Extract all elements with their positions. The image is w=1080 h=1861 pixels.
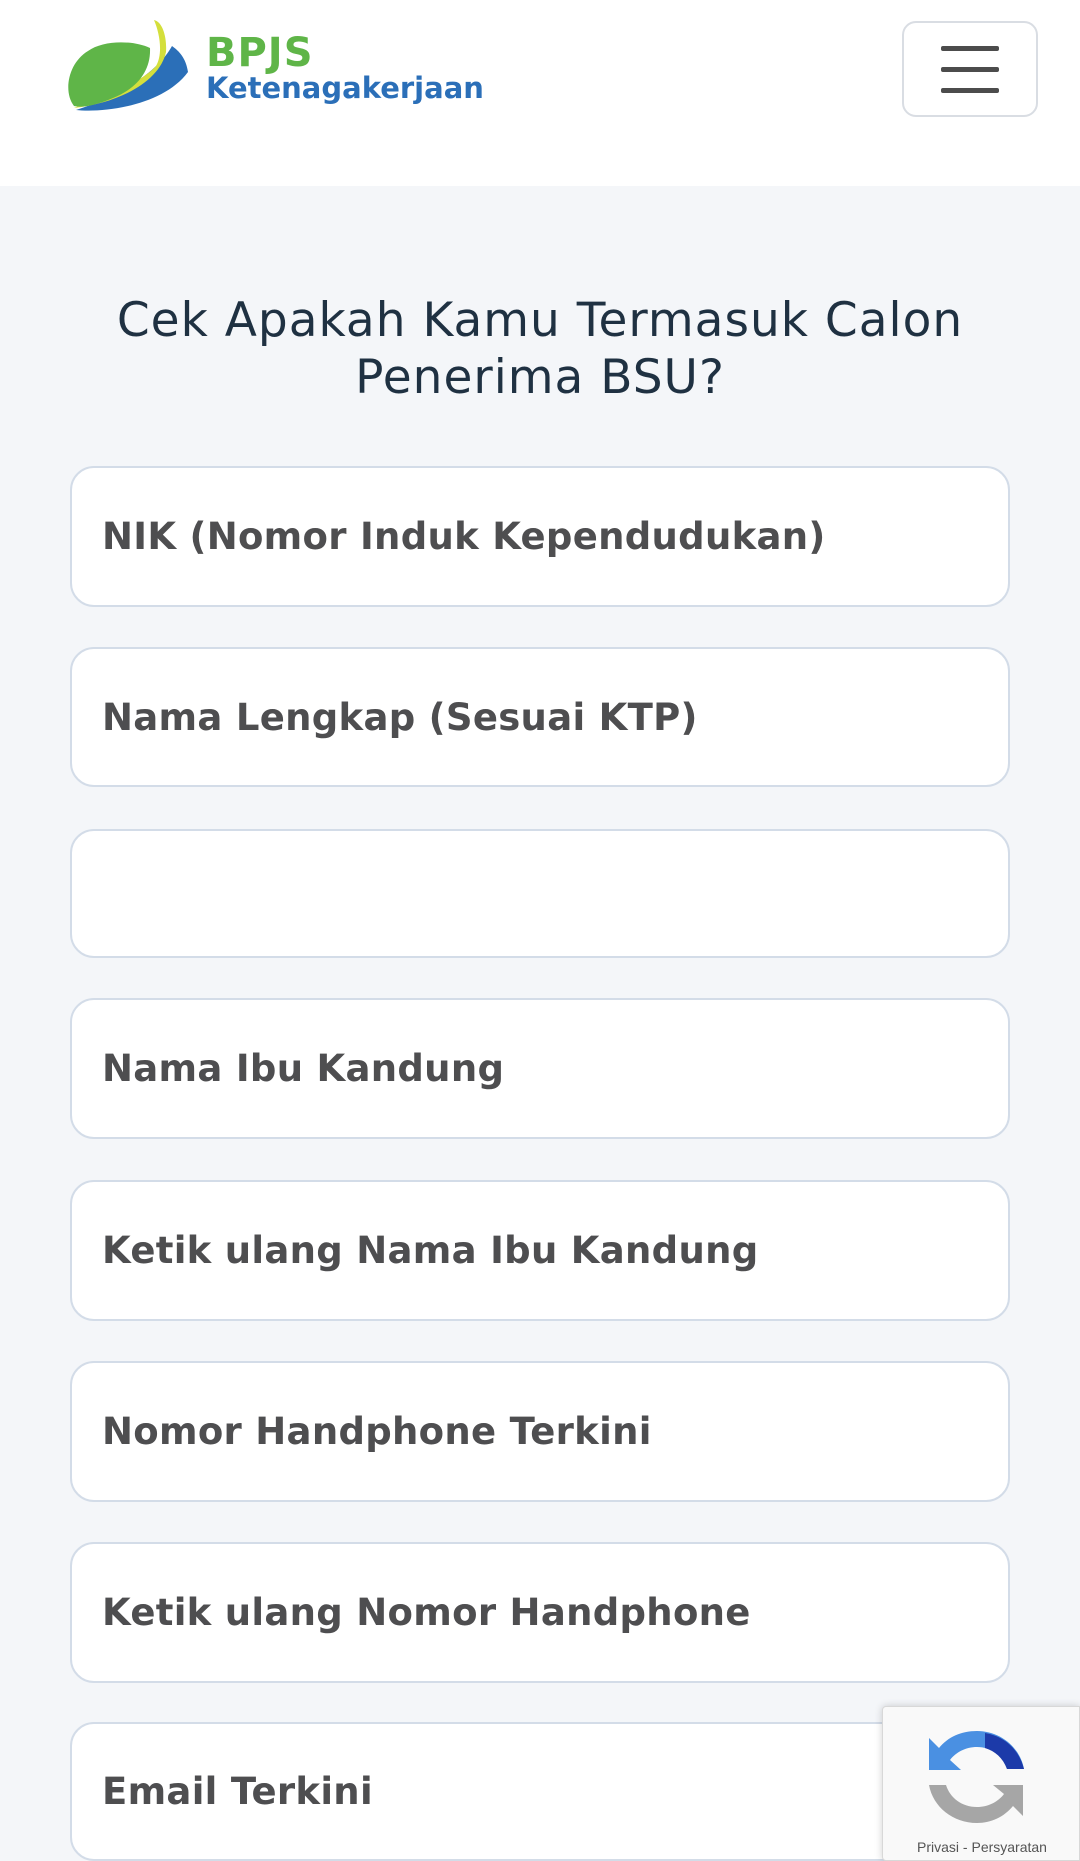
phone-placeholder: Nomor Handphone Terkini bbox=[102, 1410, 652, 1453]
recaptcha-badge[interactable]: Privasi - Persyaratan bbox=[882, 1706, 1080, 1861]
recaptcha-terms-link[interactable]: Persyaratan bbox=[971, 1839, 1046, 1855]
bpjs-logo[interactable]: BPJS Ketenagakerjaan bbox=[68, 18, 488, 118]
email-placeholder: Email Terkini bbox=[102, 1770, 373, 1813]
logo-title: BPJS bbox=[206, 30, 314, 76]
full-name-input[interactable]: Nama Lengkap (Sesuai KTP) bbox=[70, 647, 1010, 787]
page-title-line-2: Penerima BSU? bbox=[355, 350, 725, 405]
nik-placeholder: NIK (Nomor Induk Kependudukan) bbox=[102, 515, 826, 558]
mother-name-confirm-placeholder: Ketik ulang Nama Ibu Kandung bbox=[102, 1229, 759, 1272]
menu-toggle-button[interactable] bbox=[902, 21, 1038, 117]
hamburger-menu-icon bbox=[941, 66, 999, 72]
recaptcha-privacy-link[interactable]: Privasi bbox=[917, 1839, 959, 1855]
blank-input[interactable] bbox=[70, 829, 1010, 958]
hamburger-menu-icon bbox=[941, 45, 999, 51]
logo-subtitle: Ketenagakerjaan bbox=[206, 71, 484, 105]
mother-name-input[interactable]: Nama Ibu Kandung bbox=[70, 998, 1010, 1139]
hamburger-menu-icon bbox=[941, 87, 999, 93]
recaptcha-links: Privasi - Persyaratan bbox=[883, 1839, 1080, 1855]
site-header: BPJS Ketenagakerjaan bbox=[0, 0, 1080, 186]
page-title-line-1: Cek Apakah Kamu Termasuk Calon bbox=[116, 293, 964, 348]
page-title: Cek Apakah Kamu Termasuk Calon Penerima … bbox=[60, 292, 1020, 406]
phone-input[interactable]: Nomor Handphone Terkini bbox=[70, 1361, 1010, 1502]
recaptcha-icon bbox=[929, 1731, 1024, 1823]
mother-name-confirm-input[interactable]: Ketik ulang Nama Ibu Kandung bbox=[70, 1180, 1010, 1321]
phone-confirm-placeholder: Ketik ulang Nomor Handphone bbox=[102, 1591, 751, 1634]
nik-input[interactable]: NIK (Nomor Induk Kependudukan) bbox=[70, 466, 1010, 607]
phone-confirm-input[interactable]: Ketik ulang Nomor Handphone bbox=[70, 1542, 1010, 1683]
email-input[interactable]: Email Terkini bbox=[70, 1722, 1010, 1861]
mother-name-placeholder: Nama Ibu Kandung bbox=[102, 1047, 505, 1090]
logo-text: BPJS Ketenagakerjaan bbox=[206, 33, 484, 103]
recaptcha-separator: - bbox=[962, 1839, 968, 1855]
bpjs-leaf-icon bbox=[68, 20, 188, 111]
full-name-placeholder: Nama Lengkap (Sesuai KTP) bbox=[102, 695, 698, 739]
